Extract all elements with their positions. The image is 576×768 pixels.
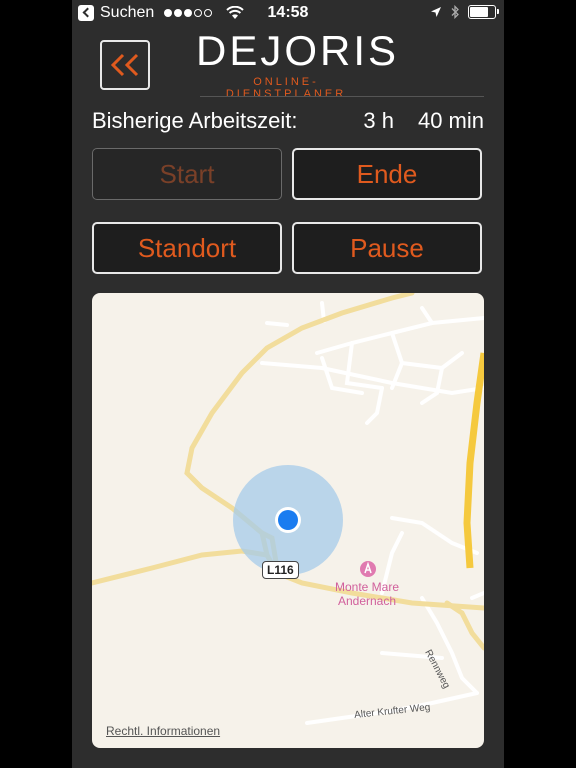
- back-button[interactable]: [100, 40, 150, 90]
- legal-info-link[interactable]: Rechtl. Informationen: [106, 724, 220, 738]
- logo-text: DEJORIS: [196, 27, 400, 74]
- map-view[interactable]: L116 Monte Mare Andernach Rennweg Alter …: [92, 293, 484, 748]
- pause-button[interactable]: Pause: [292, 222, 482, 274]
- location-button[interactable]: Standort: [92, 222, 282, 274]
- worktime-row: Bisherige Arbeitszeit: 3 h 40 min: [92, 108, 484, 134]
- phone-screen: Suchen 14:58 DEJORIS ONLINE-DIENSTPLANER…: [72, 0, 504, 768]
- current-location-dot: [278, 510, 298, 530]
- highway: [463, 352, 484, 569]
- poi-label-line2: Andernach: [337, 594, 397, 608]
- worktime-hours: 3 h: [363, 108, 394, 133]
- end-button[interactable]: Ende: [292, 148, 482, 200]
- double-chevron-left-icon: [110, 53, 139, 77]
- status-bar: Suchen 14:58: [72, 0, 504, 28]
- worktime-label: Bisherige Arbeitszeit:: [92, 108, 298, 133]
- battery-icon: [468, 5, 499, 19]
- location-arrow-icon: [431, 7, 441, 17]
- start-button[interactable]: Start: [92, 148, 282, 200]
- worktime-minutes: 40 min: [417, 108, 484, 133]
- bluetooth-icon: [451, 5, 459, 19]
- map-canvas: [92, 293, 484, 725]
- header-divider: [200, 96, 484, 97]
- app-logo: DEJORIS ONLINE-DIENSTPLANER: [196, 27, 400, 101]
- road-shield-l116: L116: [262, 561, 299, 579]
- poi-label[interactable]: Monte Mare Andernach: [322, 580, 412, 608]
- poi-label-line1: Monte Mare: [334, 580, 400, 594]
